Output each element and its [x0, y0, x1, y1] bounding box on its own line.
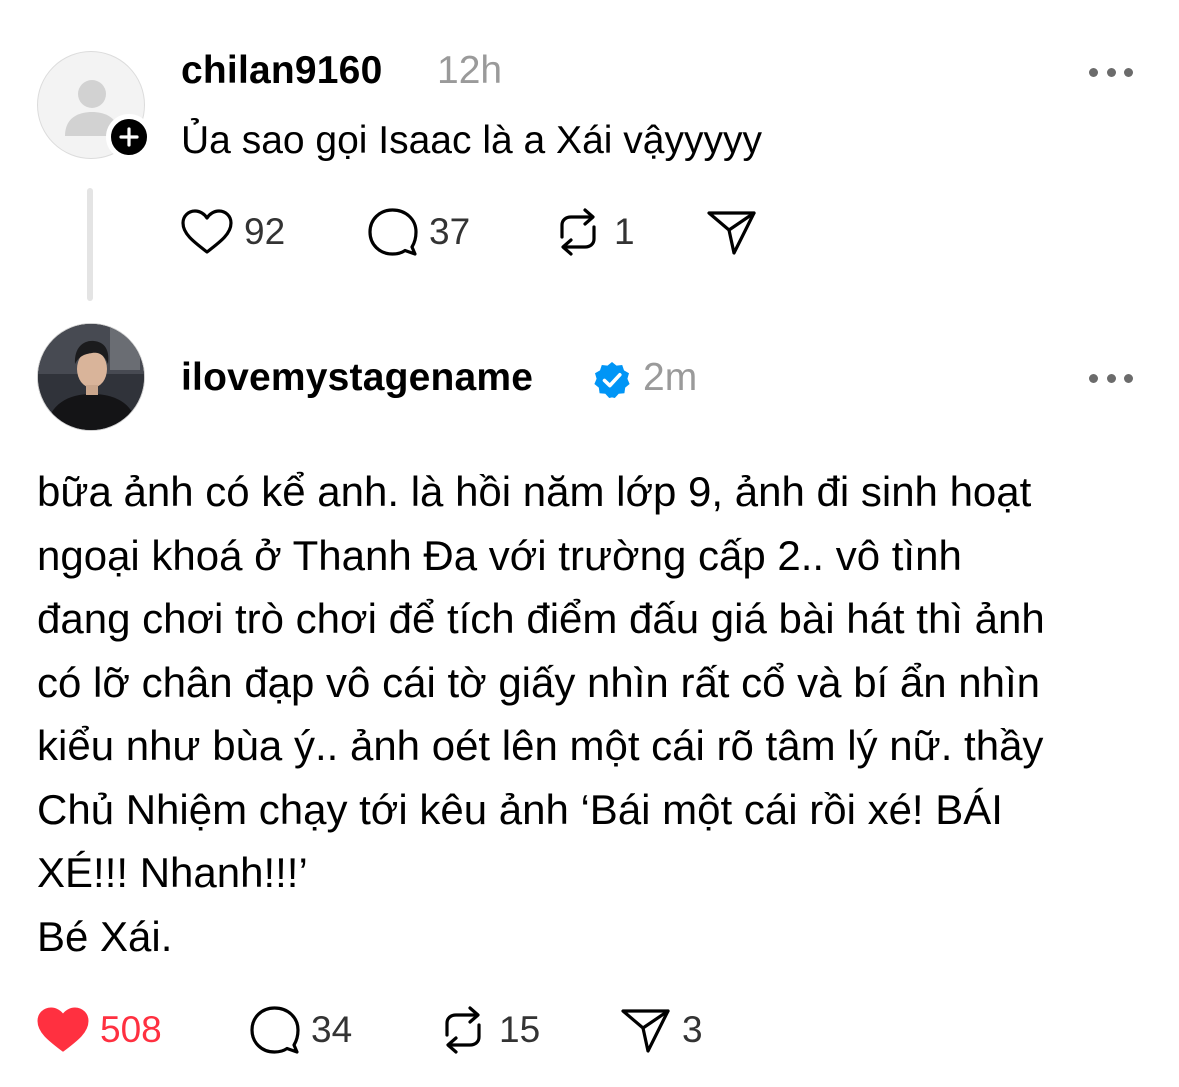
- post2-line: kiểu như bùa ý.. ảnh oét lên một cái rõ …: [37, 722, 1044, 769]
- post2-timestamp: 2m: [643, 356, 698, 399]
- post2-line: Chủ Nhiệm chạy tới kêu ảnh ‘Bái một cái …: [37, 785, 1003, 833]
- post2-comment-button[interactable]: 34: [249, 1005, 352, 1055]
- post2-share-button[interactable]: 3: [620, 1005, 703, 1055]
- post1-share-button[interactable]: [706, 207, 758, 257]
- post2-line: XÉ!!! Nhanh!!!’: [37, 849, 308, 896]
- post1-timestamp: 12h: [437, 49, 503, 92]
- post1-comment-button[interactable]: 37: [367, 207, 470, 257]
- post2-line: Bé Xái.: [37, 912, 173, 960]
- post1-repost-button[interactable]: 1: [552, 207, 635, 257]
- verified-badge-icon: [592, 360, 632, 400]
- post1-username[interactable]: chilan9160: [181, 49, 382, 93]
- post1-text: Ủa sao gọi Isaac là a Xái vậyyyyy: [181, 119, 762, 162]
- thread-connector-line: [87, 188, 93, 301]
- post2-line: ngoại khoá ở Thanh Đa với trường cấp 2..…: [37, 531, 962, 579]
- post2-line: đang chơi trò chơi để tích điểm đấu giá …: [37, 595, 1045, 642]
- post1-repost-count: 1: [614, 211, 635, 252]
- follow-plus-button[interactable]: [106, 114, 152, 160]
- post2-line: bữa ảnh có kể anh. là hồi năm lớp 9, ảnh…: [37, 468, 1032, 515]
- plus-icon: [119, 127, 139, 147]
- post2-line: có lỡ chân đạp vô cái tờ giấy nhìn rất c…: [37, 658, 1041, 706]
- post2-like-count: 508: [100, 1009, 162, 1050]
- user-avatar-photo: [38, 324, 144, 430]
- post2-repost-count: 15: [499, 1009, 541, 1050]
- comment-icon: [250, 1006, 300, 1054]
- post2-share-count: 3: [682, 1009, 703, 1050]
- post1-more-icon[interactable]: [1089, 66, 1133, 78]
- comment-icon: [368, 208, 418, 256]
- post1-like-button[interactable]: 92: [180, 207, 285, 257]
- post2-more-icon[interactable]: [1089, 372, 1133, 384]
- post2-text: bữa ảnh có kể anh. là hồi năm lớp 9, ảnh…: [37, 460, 1152, 968]
- post2-comment-count: 34: [311, 1009, 353, 1050]
- heart-icon: [181, 209, 233, 254]
- post2-repost-button[interactable]: 15: [437, 1005, 540, 1055]
- post2-avatar[interactable]: [37, 323, 145, 431]
- share-icon: [707, 211, 756, 255]
- share-icon: [621, 1009, 670, 1053]
- post2-like-button[interactable]: 508: [36, 1005, 162, 1055]
- heart-icon: [37, 1007, 89, 1052]
- post1-like-count: 92: [244, 211, 286, 252]
- repost-icon: [445, 1006, 481, 1054]
- post1-comment-count: 37: [429, 211, 471, 252]
- repost-icon: [560, 208, 596, 256]
- post2-username[interactable]: ilovemystagename: [181, 356, 533, 400]
